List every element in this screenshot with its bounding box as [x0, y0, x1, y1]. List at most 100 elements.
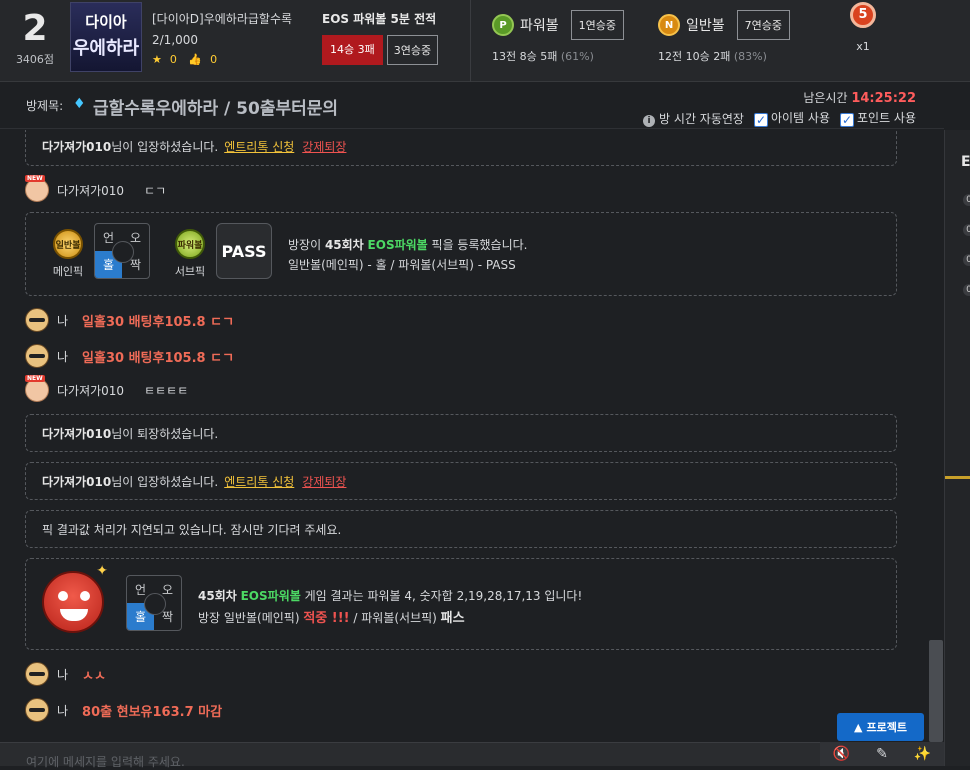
checkbox-checked-icon: ✓ [839, 113, 854, 127]
magic-wand-icon[interactable]: ✨ [914, 746, 931, 762]
normalball-record: 12전 10승 2패 [658, 50, 731, 63]
result-box: ✦ 언 오 홀 짝 45회차 EOS파워볼 게임 결과는 파워볼 4, 숫자합 … [25, 558, 897, 650]
nickname[interactable]: 다가져가010 [57, 382, 124, 399]
delay-notice: 픽 결과값 처리가 지연되고 있습니다. 잠시만 기다려 주세요. [42, 522, 342, 537]
medal[interactable]: 5 x1 [848, 2, 878, 53]
auto-extend-label: 방 시간 자동연장 [659, 111, 744, 126]
record-summary: EOS 파워볼 5분 전적 14승 3패 3연승중 [322, 10, 439, 65]
item-use-label: 아이템 사용 [770, 111, 830, 125]
like-count: 0 [210, 53, 218, 66]
main-pick-caption: 메인픽 [52, 265, 84, 278]
sub-pick: 파워볼 서브픽 [170, 229, 210, 279]
pass-badge: PASS [216, 223, 272, 279]
record-title: EOS 파워볼 5분 전적 [322, 12, 437, 26]
pick-game: EOS파워볼 [367, 238, 428, 252]
main-pick: 일반볼 메인픽 [48, 229, 88, 279]
project-button-label: 프로젝트 [866, 721, 907, 734]
room-name: [다이아D]우에하라급할수록 [152, 12, 293, 26]
message-text: ㄷㄱ [144, 183, 167, 198]
entry-user: 다가져가010 [42, 474, 112, 489]
nickname: 나 [57, 313, 69, 328]
powerball-label: 파워볼 [520, 18, 559, 34]
kick-link[interactable]: 강제퇴장 [302, 475, 346, 489]
normalball-pct: (83%) [733, 50, 767, 63]
system-message: 다가져가010님이 입장하셨습니다. 엔트리톡 신청 강제퇴장 [25, 462, 897, 500]
record-streak: 3연승중 [386, 35, 439, 65]
nickname: 나 [57, 703, 69, 718]
info-icon: i [643, 114, 656, 127]
result-grid: 언 오 홀 짝 [126, 575, 182, 631]
room-ratings: ★ 0 👍 0 [152, 53, 292, 66]
point-use-checkbox[interactable]: ✓ 포인트 사용 [839, 109, 916, 127]
medal-icon: 5 [850, 2, 876, 28]
project-button[interactable]: ▲ 프로젝트 [837, 713, 924, 741]
system-message: 다가져가010님이 퇴장하셨습니다. [25, 414, 897, 452]
avatar[interactable] [25, 662, 49, 686]
room-logo[interactable]: 다이아 우에하라 [70, 2, 142, 72]
entry-text: 님이 입장하셨습니다. [111, 140, 219, 154]
room-options: i방 시간 자동연장 ✓ 아이템 사용 ✓ 포인트 사용 [643, 109, 916, 127]
pick-message: 방장이 45회차 EOS파워볼 픽을 등록했습니다. 일반볼(메인픽) - 홀 … [288, 235, 527, 275]
result-main-pick: 방장 일반볼(메인픽) [198, 611, 304, 625]
item-use-checkbox[interactable]: ✓ 아이템 사용 [753, 109, 830, 127]
checkbox-checked-icon: ✓ [753, 113, 768, 127]
caret-up-icon: ▲ [854, 720, 863, 734]
side-mark: 0 [963, 194, 970, 206]
sparkle-icon: ✦ [96, 563, 108, 579]
eraser-icon[interactable]: ✎ [876, 746, 888, 762]
side-panel-accent [945, 476, 970, 479]
normalball-coin-icon: 일반볼 [53, 229, 83, 259]
room-info: [다이아D]우에하라급할수록 2/1,000 ★ 0 👍 0 [152, 10, 292, 66]
pick-detail: 일반볼(메인픽) - 홀 / 파워볼(서브픽) - PASS [288, 258, 516, 272]
star-count: 0 [169, 53, 177, 66]
chat-message: NEW 다가져가010 ㅌㅌㅌㅌ [25, 375, 188, 402]
nickname: 나 [57, 349, 69, 364]
entry-text: 님이 입장하셨습니다. [111, 474, 219, 489]
top-bar: 2 3406점 다이아 우에하라 [다이아D]우에하라급할수록 2/1,000 … [0, 0, 970, 82]
chat-scrollbar-thumb[interactable] [929, 640, 943, 742]
avatar[interactable] [25, 344, 49, 368]
chat-message: 나 일홀30 배팅후105.8 ㄷㄱ [25, 308, 234, 332]
message-text: 일홀30 배팅후105.8 ㄷㄱ [82, 314, 235, 330]
result-round: 45회차 [198, 589, 237, 603]
exit-user: 다가져가010 [42, 426, 112, 441]
chat-message: NEW 다가져가010 ㄷㄱ [25, 175, 167, 202]
chat-message: 나 80출 현보유163.7 마감 [25, 698, 222, 722]
result-hit: 적중 !!! [303, 611, 350, 626]
nickname[interactable]: 다가져가010 [57, 182, 124, 199]
thumbs-up-icon[interactable]: 👍 [188, 53, 202, 66]
message-text: ㅅㅅ [82, 668, 106, 684]
rank-points: 3406점 [15, 53, 55, 66]
avatar[interactable] [25, 308, 49, 332]
entry-talk-link[interactable]: 엔트리톡 신청 [224, 140, 294, 154]
point-use-label: 포인트 사용 [856, 111, 916, 125]
avatar[interactable] [25, 698, 49, 722]
powerball-pct: (61%) [560, 50, 594, 63]
side-panel: EO 0 0 0 0 [944, 130, 970, 766]
room-title-label: 방제목: [26, 99, 64, 113]
chat-area[interactable]: 다가져가010님이 입장하셨습니다. 엔트리톡 신청 강제퇴장 NEW 다가져가01… [0, 130, 928, 742]
new-badge-icon: NEW [25, 175, 45, 182]
system-message: 픽 결과값 처리가 지연되고 있습니다. 잠시만 기다려 주세요. [25, 510, 897, 548]
rank-number: 2 [22, 8, 48, 49]
pick-text-b: 픽을 등록했습니다. [427, 238, 528, 252]
mute-icon[interactable]: 🔇 [833, 746, 850, 762]
auto-extend[interactable]: i방 시간 자동연장 [643, 110, 744, 127]
kick-link[interactable]: 강제퇴장 [302, 140, 346, 154]
side-mark: 0 [963, 284, 970, 296]
main-pick-grid: 언 오 홀 짝 [94, 223, 150, 279]
divider [470, 0, 471, 82]
pick-round: 45회차 [324, 238, 364, 252]
medal-count: x1 [856, 40, 870, 53]
avatar[interactable]: NEW [25, 175, 49, 202]
entry-talk-link[interactable]: 엔트리톡 신청 [224, 475, 294, 489]
devil-emoticon-icon: ✦ [42, 563, 108, 633]
diamond-icon: ♦ [73, 96, 86, 112]
system-message: 다가져가010님이 입장하셨습니다. 엔트리톡 신청 강제퇴장 [25, 130, 897, 166]
side-mark: 0 [963, 224, 970, 236]
avatar[interactable]: NEW [25, 375, 49, 402]
result-pass: 패스 [440, 611, 465, 626]
remaining-time: 남은시간 14:25:22 [803, 89, 916, 106]
message-input-bar[interactable]: 여기에 메세지를 입력해 주세요. [0, 742, 944, 769]
time-value: 14:25:22 [851, 91, 916, 106]
